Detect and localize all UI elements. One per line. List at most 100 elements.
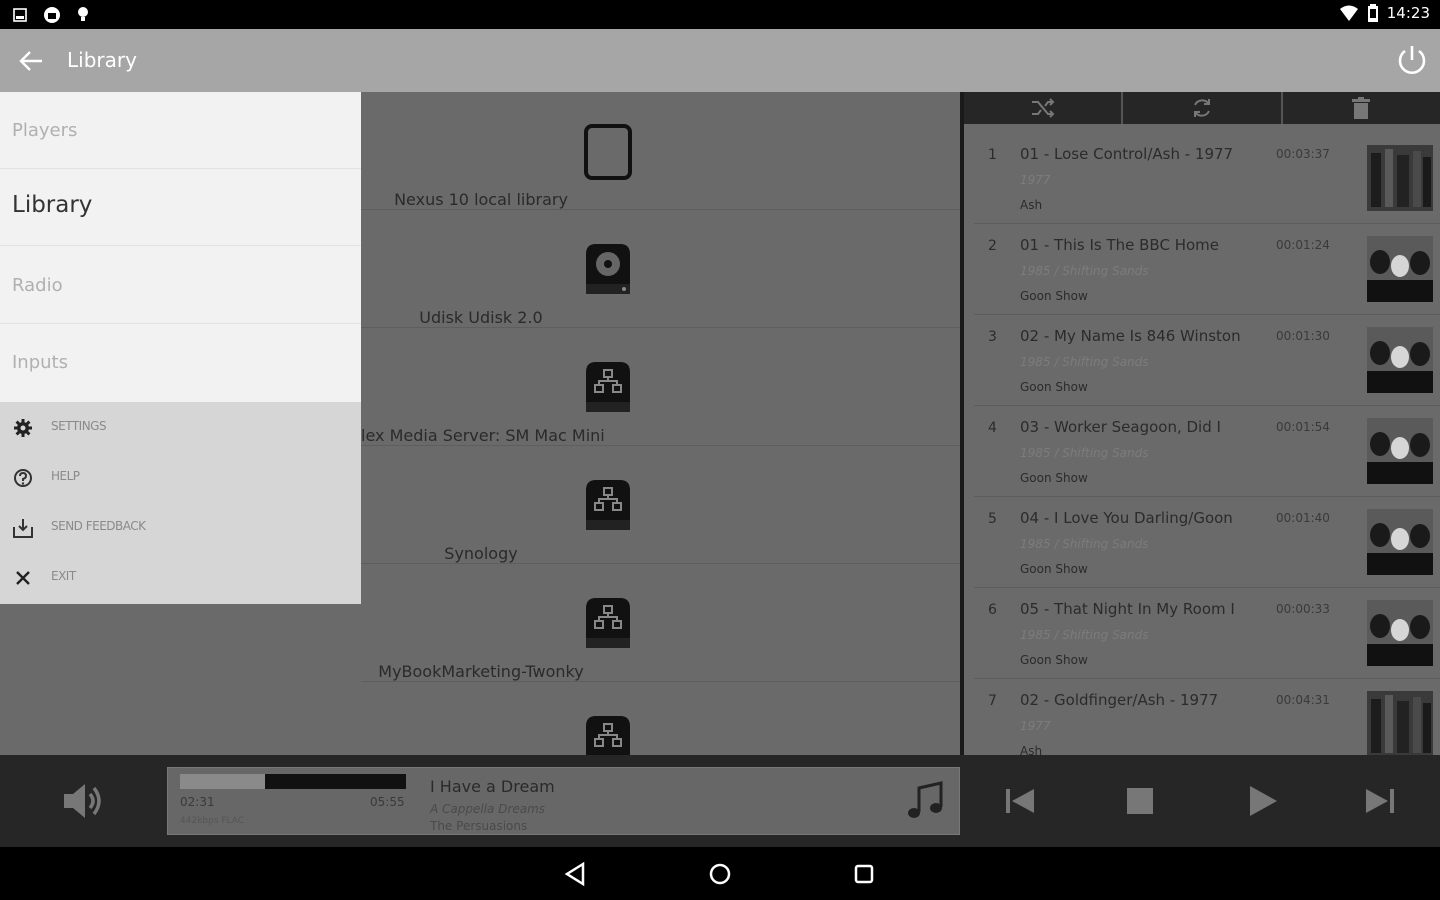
drawer-menu-label: EXIT: [51, 569, 76, 583]
network-server-icon: [585, 362, 630, 412]
track-title: 02 - Goldfinger/Ash - 1977: [1020, 691, 1219, 709]
status-time: 14:23: [1386, 4, 1430, 22]
repeat-button[interactable]: [1123, 92, 1283, 124]
drawer-menu-exit[interactable]: EXIT: [0, 552, 361, 602]
track-album-year: 1985 / Shifting Sands: [1020, 628, 1149, 642]
shuffle-icon: [1031, 98, 1055, 118]
back-arrow-icon[interactable]: [14, 44, 48, 78]
track-artist: Goon Show: [1020, 562, 1088, 576]
nav-back-icon[interactable]: [561, 859, 591, 889]
queue-track-row[interactable]: 7 02 - Goldfinger/Ash - 1977 1977 Ash 00:04:…: [974, 679, 1440, 755]
album-art-goon-show: [1367, 327, 1433, 393]
drawer-menu-feedback[interactable]: SEND FEEDBACK: [0, 502, 361, 552]
app-root: 14:23 Library Nexus 10 local library Udi…: [0, 0, 1440, 900]
queue-toolbar: [964, 92, 1440, 124]
previous-track-icon[interactable]: [1000, 781, 1040, 821]
drawer-item-radio[interactable]: Radio: [0, 247, 361, 324]
queue-track-row[interactable]: 2 01 - This Is The BBC Home 1985 / Shiftin…: [974, 224, 1440, 315]
stop-icon[interactable]: [1120, 781, 1160, 821]
navigation-drawer: Players Library Radio Inputs SETTINGS HE…: [0, 92, 361, 604]
harddisk-icon: [585, 244, 630, 294]
drawer-item-inputs[interactable]: Inputs: [0, 324, 361, 401]
library-item-label: Synology: [444, 544, 518, 563]
track-number: 3: [988, 329, 997, 345]
library-item-label: lex Media Server: SM Mac Mini: [361, 426, 605, 445]
drawer-item-label: Radio: [12, 275, 63, 296]
drawer-item-label: Library: [12, 192, 93, 218]
queue-track-row[interactable]: 5 04 - I Love You Darling/Goon 1985 / Shif…: [974, 497, 1440, 588]
track-number: 6: [988, 602, 997, 618]
network-server-icon: [585, 480, 630, 530]
clear-queue-button[interactable]: [1283, 92, 1440, 124]
drawer-item-library[interactable]: Library: [0, 169, 361, 246]
library-item-twonky[interactable]: MyBookMarketing-Twonky: [361, 564, 960, 682]
drawer-item-players[interactable]: Players: [0, 92, 361, 169]
status-bar: 14:23: [0, 0, 1440, 29]
tablet-icon: [583, 124, 632, 180]
drawer-menu-help[interactable]: HELP: [0, 452, 361, 502]
next-track-icon[interactable]: [1360, 781, 1400, 821]
now-playing-title: I Have a Dream: [430, 777, 555, 796]
system-navigation-bar: [0, 847, 1440, 900]
track-title: 02 - My Name Is 846 Winston: [1020, 327, 1241, 345]
library-item-plex[interactable]: lex Media Server: SM Mac Mini: [361, 328, 960, 446]
nav-recents-icon[interactable]: [849, 859, 879, 889]
track-duration: 00:03:37: [1276, 147, 1330, 161]
network-server-icon: [585, 598, 630, 648]
queue-track-row[interactable]: 3 02 - My Name Is 846 Winston 1985 / Shift…: [974, 315, 1440, 406]
screenshot-notification-icon: [13, 8, 27, 22]
drawer-menu-settings[interactable]: SETTINGS: [0, 402, 361, 452]
library-item-udisk[interactable]: Udisk Udisk 2.0: [361, 210, 960, 328]
play-queue: 1 01 - Lose Control/Ash - 1977 1977 Ash 00:0…: [964, 92, 1440, 755]
track-album-year: 1977: [1020, 719, 1051, 733]
library-item-partial[interactable]: [361, 682, 960, 755]
queue-track-row[interactable]: 4 03 - Worker Seagoon, Did I 1985 / Shifti…: [974, 406, 1440, 497]
album-art-goon-show: [1367, 236, 1433, 302]
album-art: [1367, 691, 1433, 755]
close-icon: [16, 571, 30, 585]
progress-fill: [180, 774, 266, 789]
queue-track-row[interactable]: 6 05 - That Night In My Room I 1985 / Shif…: [974, 588, 1440, 679]
network-server-icon: [585, 716, 630, 755]
drawer-item-label: Inputs: [12, 352, 68, 373]
album-art-goon-show: [1367, 418, 1433, 484]
now-playing-album: A Cappella Dreams: [430, 802, 546, 816]
track-duration: 00:01:30: [1276, 329, 1330, 343]
track-title: 04 - I Love You Darling/Goon: [1020, 509, 1233, 527]
track-album-year: 1985 / Shifting Sands: [1020, 355, 1149, 369]
media-notification-icon: [44, 7, 60, 23]
page-title: Library: [67, 48, 137, 72]
track-artist: Goon Show: [1020, 653, 1088, 667]
track-artist: Ash: [1020, 198, 1043, 212]
wifi-icon: [1339, 5, 1358, 21]
album-art-goon-show: [1367, 509, 1433, 575]
library-item-synology[interactable]: Synology: [361, 446, 960, 564]
now-playing-panel[interactable]: 02:31 05:55 442kbps FLAC I Have a Dream …: [167, 767, 960, 835]
power-icon[interactable]: [1394, 42, 1430, 78]
track-number: 4: [988, 420, 997, 436]
library-item-nexus[interactable]: Nexus 10 local library: [361, 92, 960, 210]
track-artist: Goon Show: [1020, 380, 1088, 394]
drawer-menu-label: SEND FEEDBACK: [51, 519, 146, 533]
library-item-label: MyBookMarketing-Twonky: [378, 662, 584, 681]
track-album-year: 1985 / Shifting Sands: [1020, 446, 1149, 460]
track-artist: Ash: [1020, 744, 1043, 755]
nav-home-icon[interactable]: [705, 859, 735, 889]
track-artist: Goon Show: [1020, 471, 1088, 485]
gear-icon: [14, 419, 32, 437]
drawer-item-label: Players: [12, 120, 78, 141]
track-title: 01 - Lose Control/Ash - 1977: [1020, 145, 1234, 163]
battery-icon: [1367, 4, 1378, 22]
library-item-label: Nexus 10 local library: [394, 190, 568, 209]
track-duration: 00:00:33: [1276, 602, 1330, 616]
feedback-icon: [13, 519, 33, 538]
play-icon[interactable]: [1242, 781, 1282, 821]
track-album-year: 1985 / Shifting Sands: [1020, 264, 1149, 278]
album-art: [1367, 418, 1433, 484]
progress-bar[interactable]: [180, 774, 406, 789]
app-toolbar: Library: [0, 29, 1440, 92]
audio-format: 442kbps FLAC: [180, 816, 245, 826]
volume-icon[interactable]: [60, 779, 108, 823]
queue-track-row[interactable]: 1 01 - Lose Control/Ash - 1977 1977 Ash 00:0…: [974, 133, 1440, 224]
shuffle-button[interactable]: [964, 92, 1124, 124]
